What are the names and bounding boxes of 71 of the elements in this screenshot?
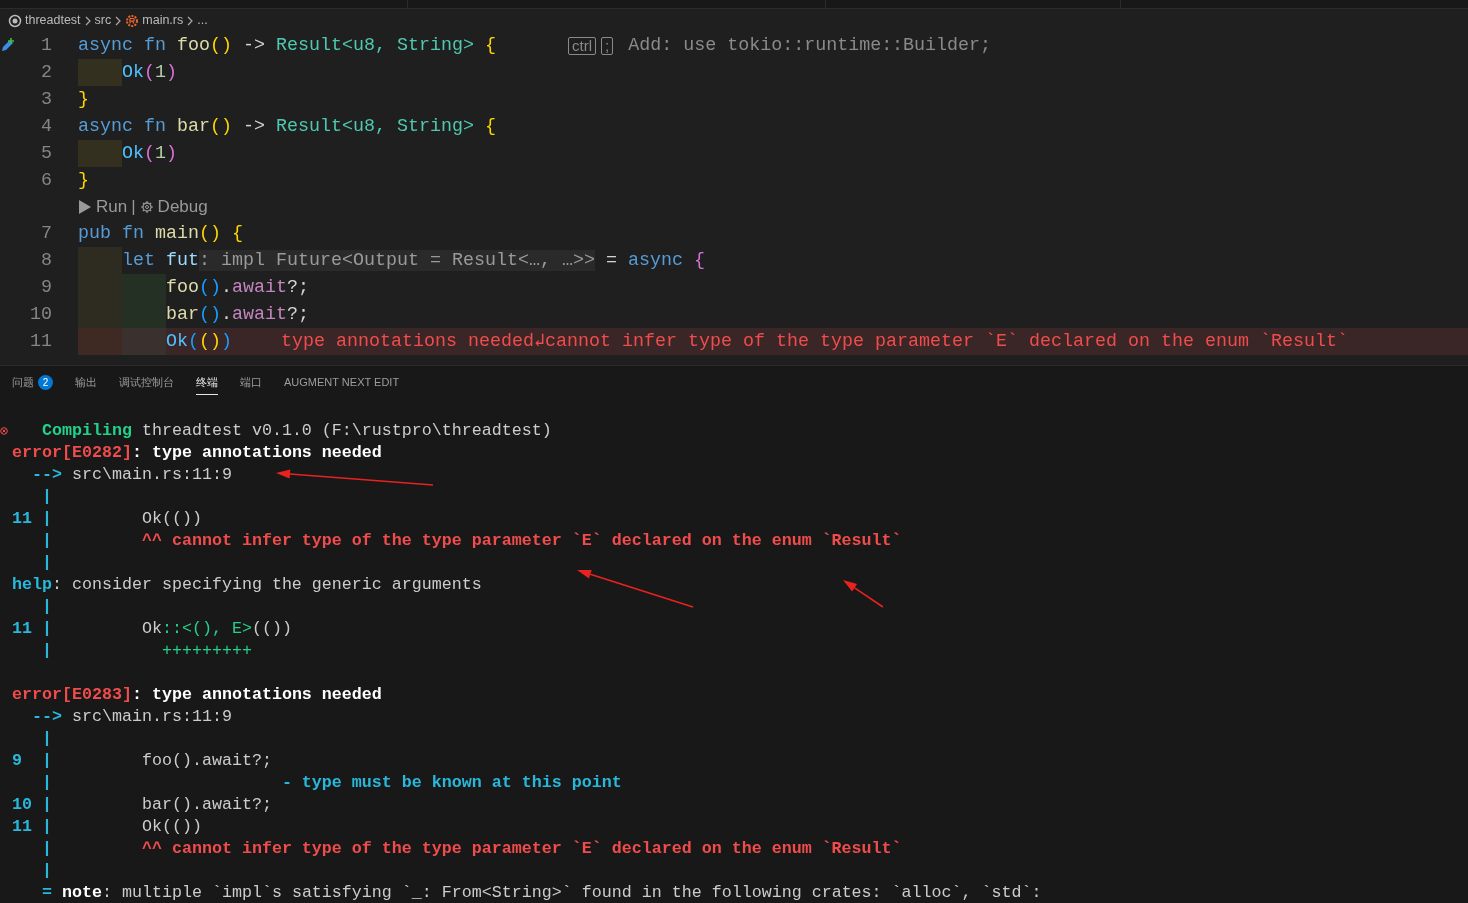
separator: | <box>131 196 136 219</box>
line-number: 7 <box>40 222 52 246</box>
terminal-line: | <box>41 596 52 618</box>
debug-link[interactable]: Debug <box>157 194 208 220</box>
panel-tab[interactable]: 调试控制台 <box>119 369 174 396</box>
line-number: 9 <box>40 276 52 300</box>
annotation-arrow <box>843 580 884 608</box>
code-line: Ok(1) <box>122 142 177 166</box>
terminal-line: | <box>41 860 52 882</box>
terminal-line: 11 | Ok(()) <box>12 816 202 838</box>
terminal-line: --> src\main.rs:11:9 <box>31 464 232 486</box>
inline-error: type annotations needed↲cannot infer type of the type parameter `E` declared on the enum `Result` <box>281 330 1348 354</box>
terminal-line: Compiling threadtest v0.1.0 (F:\rustpro\threadtest) <box>41 420 552 442</box>
terminal-line: error[E0283]: type annotations needed <box>12 684 382 706</box>
error-icon <box>0 427 8 435</box>
line-number: 1 <box>40 34 52 58</box>
ghost-text: Add: use tokio::runtime::Builder; <box>628 34 992 58</box>
terminal-line: | +++++++++ <box>41 640 252 662</box>
play-icon <box>78 199 92 215</box>
target-icon <box>8 13 22 28</box>
terminal-line: | ^^ cannot infer type of the type parameter `E` declared on the enum `Result` <box>41 530 902 552</box>
breadcrumb-item[interactable]: ... <box>197 11 208 30</box>
terminal-line: | ^^ cannot infer type of the type parameter `E` declared on the enum `Result` <box>41 838 902 860</box>
line-number: 3 <box>40 88 52 112</box>
terminal-line: | <box>41 552 52 574</box>
code-line: Ok(()) <box>166 330 232 354</box>
panel-tab[interactable]: 问题 2 <box>12 369 53 396</box>
breadcrumb-item[interactable]: main.rs <box>142 11 184 30</box>
terminal-line: help: consider specifying the generic arguments <box>12 574 482 596</box>
code-line: } <box>78 169 89 193</box>
panel-tab[interactable]: AUGMENT NEXT EDIT <box>284 369 400 396</box>
code-line: } <box>78 88 89 112</box>
gear-icon <box>139 200 154 214</box>
breadcrumb-item[interactable]: src <box>94 11 112 30</box>
terminal-line: | - type must be known at this point <box>41 772 622 794</box>
gear-icon <box>125 13 140 28</box>
terminal-line: 10 | bar().await?; <box>12 794 272 816</box>
terminal-line: | <box>41 486 52 508</box>
terminal-line: = note: multiple `impl`s satisfying `_: From<String>` found in the following crates: `alloc`, `std`: <box>41 882 1042 903</box>
panel-tab[interactable]: 端口 <box>240 369 262 396</box>
line-number: 5 <box>40 142 52 166</box>
run-link[interactable]: Run <box>96 194 128 220</box>
code-line: async fn foo() -> Result<u8, String> { <box>78 34 496 58</box>
pen-plus-icon <box>0 38 15 53</box>
line-number: 8 <box>40 249 52 273</box>
chevron-icon <box>186 14 195 27</box>
breadcrumb-item[interactable]: threadtest <box>25 11 81 30</box>
line-number: 2 <box>40 61 52 85</box>
code-line: foo().await?; <box>166 276 309 300</box>
line-number: 4 <box>40 115 52 139</box>
line-number: 10 <box>29 303 52 327</box>
terminal-line: --> src\main.rs:11:9 <box>31 706 232 728</box>
key-cap: ctrl <box>568 36 596 55</box>
code-line: Ok(1) <box>122 61 177 85</box>
count-badge: 2 <box>38 374 53 390</box>
panel-tab[interactable]: 终端 <box>196 369 218 396</box>
chevron-icon <box>114 14 123 27</box>
terminal-line: 9 | foo().await?; <box>12 750 272 772</box>
panel-tab[interactable]: 输出 <box>75 369 97 396</box>
terminal-line: | <box>41 728 52 750</box>
terminal-line: 11 | Ok(()) <box>12 508 202 530</box>
code-line: let fut: impl Future<Output = Result<…, …>> = async { <box>122 249 705 273</box>
line-number: 6 <box>40 169 52 193</box>
terminal-line: error[E0282]: type annotations needed <box>12 442 382 464</box>
chevron-icon <box>83 14 92 27</box>
code-line: pub fn main() { <box>78 222 243 246</box>
code-line: bar().await?; <box>166 303 309 327</box>
key-cap: ; <box>601 36 614 55</box>
terminal-line: 11 | Ok::<(), E>(()) <box>12 618 292 640</box>
code-line: async fn bar() -> Result<u8, String> { <box>78 115 496 139</box>
line-number: 11 <box>29 330 52 354</box>
